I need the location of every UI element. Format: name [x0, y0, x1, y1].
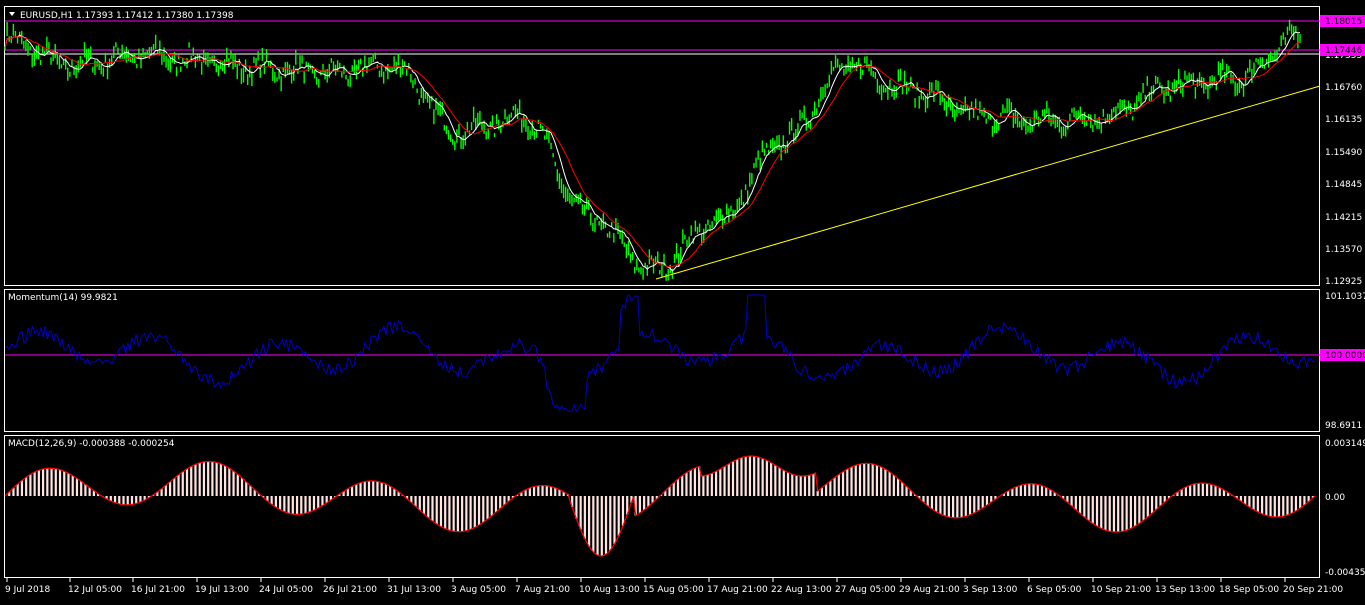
- momentum-axis-label: 100.0000: [1325, 351, 1365, 361]
- time-label: 7 Aug 21:00: [515, 585, 570, 595]
- price-label: 1.16760: [1325, 83, 1362, 93]
- time-label: 13 Sep 13:00: [1155, 585, 1215, 595]
- macd-axis-label: 0.00: [1325, 493, 1345, 503]
- mt4-chart-window: EURUSD,H1 1.17393 1.17412 1.17380 1.1739…: [0, 0, 1365, 601]
- price-label: 1.13570: [1325, 245, 1362, 255]
- time-label: 18 Sep 05:00: [1219, 585, 1279, 595]
- time-label: 22 Aug 13:00: [771, 585, 832, 595]
- momentum-axis-label: 101.1037: [1325, 292, 1365, 302]
- time-label: 10 Sep 21:00: [1091, 585, 1151, 595]
- time-label: 20 Sep 21:00: [1283, 585, 1343, 595]
- time-label: 15 Aug 05:00: [643, 585, 704, 595]
- chart-header: EURUSD,H1 1.17393 1.17412 1.17380 1.1739…: [9, 11, 234, 21]
- price-label: 1.15490: [1325, 148, 1362, 158]
- time-label: 16 Jul 21:00: [131, 585, 185, 595]
- symbol-header: EURUSD,H1 1.17393 1.17412 1.17380 1.1739…: [20, 11, 234, 21]
- time-label: 26 Jul 21:00: [323, 585, 377, 595]
- price-label: 1.14215: [1325, 213, 1362, 223]
- macd-label: MACD(12,26,9) -0.000388 -0.000254: [8, 439, 175, 449]
- chart-background: [0, 0, 1365, 601]
- price-label: 1.16135: [1325, 115, 1362, 125]
- time-label: 19 Jul 13:00: [195, 585, 249, 595]
- time-label: 17 Aug 21:00: [707, 585, 768, 595]
- time-label: 29 Aug 21:00: [899, 585, 960, 595]
- price-label: 1.14845: [1325, 180, 1362, 190]
- time-label: 9 Jul 2018: [5, 585, 50, 595]
- macd-axis-label: -0.004353: [1325, 568, 1365, 578]
- macd-axis-label: 0.003149: [1325, 439, 1365, 449]
- time-label: 3 Aug 05:00: [451, 585, 506, 595]
- price-label: 1.12925: [1325, 277, 1362, 287]
- momentum-axis-label: 98.6911: [1325, 421, 1362, 431]
- time-label: 31 Jul 13:00: [387, 585, 441, 595]
- time-label: 6 Sep 05:00: [1027, 585, 1082, 595]
- time-label: 24 Jul 05:00: [259, 585, 313, 595]
- level-badge-label: 1.17446: [1325, 46, 1362, 56]
- time-label: 27 Aug 05:00: [835, 585, 896, 595]
- momentum-label: Momentum(14) 99.9821: [8, 293, 118, 303]
- chart-canvas[interactable]: EURUSD,H1 1.17393 1.17412 1.17380 1.1739…: [0, 0, 1365, 601]
- time-label: 12 Jul 05:00: [68, 585, 122, 595]
- level-badge-label: 1.18015: [1325, 17, 1362, 27]
- time-label: 3 Sep 13:00: [963, 585, 1018, 595]
- time-label: 10 Aug 13:00: [579, 585, 640, 595]
